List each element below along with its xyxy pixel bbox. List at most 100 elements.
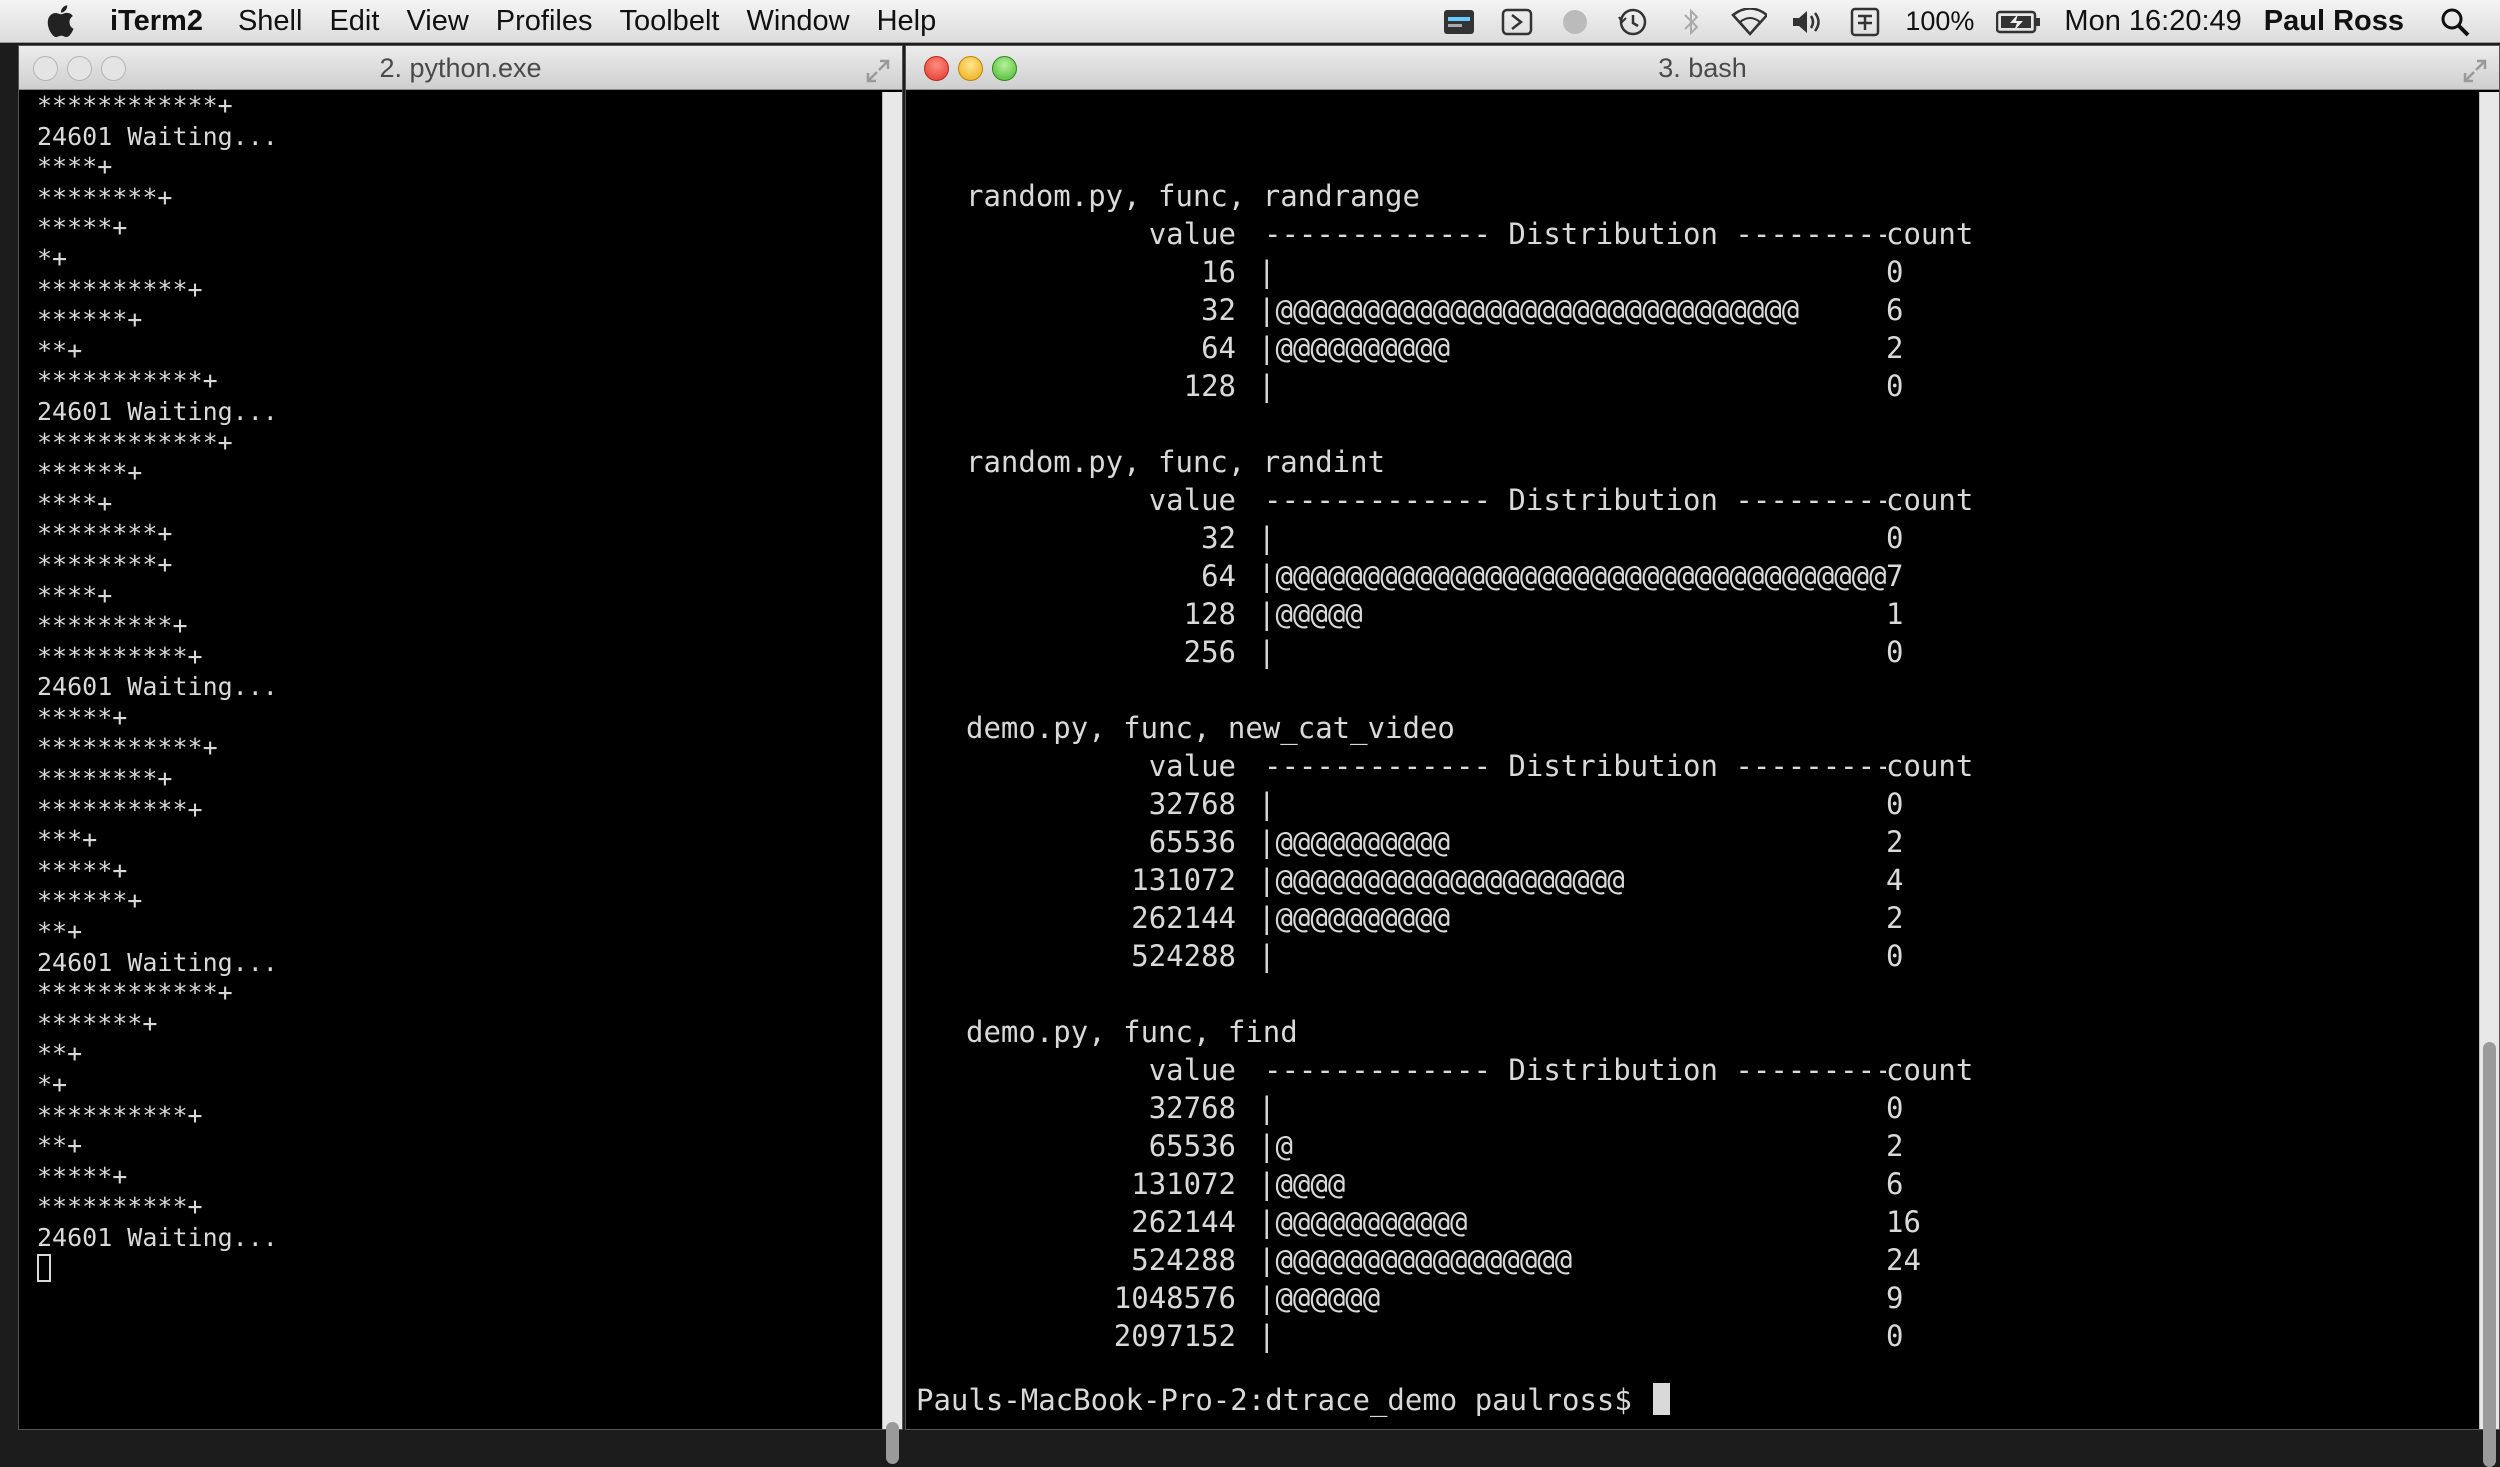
row-bar: |@@@@@@ <box>1258 1281 1381 1315</box>
status-area: 100% Mon 16:20:49 Paul Ross <box>1441 0 2500 43</box>
row-bar: | <box>1258 1091 1276 1125</box>
row-count: 9 <box>1886 1281 1904 1315</box>
row-bar: |@@@@@@@@@@@@@@@@@@@@@@@@@@@@@@ <box>1258 293 1800 327</box>
row-bar: | <box>1258 1319 1276 1353</box>
distribution-row: 1048576 |@@@@@@ 9 <box>966 1279 2006 1317</box>
cursor <box>37 1253 51 1282</box>
row-bar: |@@@@@ <box>1258 597 1363 631</box>
terminal-output[interactable]: random.py, func, randrange value ---------… <box>906 91 2499 1429</box>
zoom-button[interactable] <box>992 56 1017 81</box>
shell-prompt[interactable]: Pauls-MacBook-Pro-2:dtrace_demo paulross… <box>916 1381 1671 1419</box>
row-count: 2 <box>1886 331 1904 365</box>
distribution-header: value ------------- Distribution --------… <box>966 747 2006 785</box>
scrollbar[interactable] <box>2479 92 2499 1467</box>
window-titlebar[interactable]: 2. python.exe <box>19 46 902 90</box>
output-line: 24601 Waiting... <box>37 121 278 151</box>
battery-icon[interactable] <box>1996 7 2042 37</box>
display-icon[interactable] <box>1499 7 1535 37</box>
header-distribution: ------------- Distribution ------------- <box>1264 483 1886 517</box>
menu-view[interactable]: View <box>406 5 495 38</box>
output-line: **********+ <box>37 1192 203 1222</box>
output-line: ******+ <box>37 305 143 335</box>
row-count: 6 <box>1886 1167 1904 1201</box>
output-line: *+ <box>37 243 68 273</box>
output-line: **********+ <box>37 1100 203 1130</box>
distribution-header: value ------------- Distribution --------… <box>966 481 2006 519</box>
wifi-icon[interactable] <box>1731 7 1768 37</box>
menu-shell[interactable]: Shell <box>238 5 330 38</box>
row-count: 16 <box>1886 1205 1921 1239</box>
menu-clock[interactable]: Mon 16:20:49 <box>2064 5 2241 38</box>
row-value: 128 <box>1183 369 1236 403</box>
header-count: count <box>1886 483 1974 517</box>
row-bar: |@ <box>1258 1129 1293 1163</box>
distribution-row: 262144 |@@@@@@@@@@ 2 <box>966 899 2006 937</box>
output-line: ************+ <box>37 978 233 1008</box>
row-bar: | <box>1258 787 1276 821</box>
spotlight-search-icon[interactable] <box>2440 7 2480 37</box>
terminal-window-python[interactable]: 2. python.exe ************+ 24601 Waiting… <box>18 45 903 1464</box>
time-machine-icon[interactable] <box>1615 7 1651 37</box>
scrollbar[interactable] <box>882 92 902 1464</box>
scrollbar-thumb[interactable] <box>2483 1042 2496 1467</box>
row-count: 1 <box>1886 597 1904 631</box>
zoom-button[interactable] <box>101 56 126 81</box>
output-line: *****+ <box>37 855 128 885</box>
fullscreen-icon[interactable] <box>2461 54 2489 83</box>
close-button[interactable] <box>924 56 949 81</box>
output-line: *+ <box>37 1070 68 1099</box>
scrollbar-thumb[interactable] <box>886 1422 899 1464</box>
output-line: *****+ <box>37 702 128 732</box>
battery-percent[interactable]: 100% <box>1905 6 1974 37</box>
header-count: count <box>1886 217 1974 251</box>
row-bar: | <box>1258 939 1276 973</box>
row-count: 0 <box>1886 521 1904 555</box>
header-value: value <box>1148 749 1236 783</box>
row-value: 1048576 <box>1113 1281 1236 1315</box>
distribution-row: 32 |@@@@@@@@@@@@@@@@@@@@@@@@@@@@@@ 6 <box>966 291 2006 329</box>
minimize-button[interactable] <box>67 56 92 81</box>
row-count: 4 <box>1886 863 1904 897</box>
section-title: demo.py, func, new_cat_video <box>966 711 1455 745</box>
apple-menu-icon[interactable] <box>40 5 80 37</box>
row-value: 64 <box>1201 331 1236 365</box>
row-bar: |@@@@@@@@@@@@@@@@@@@@ <box>1258 863 1625 897</box>
activity-monitor-icon[interactable] <box>1441 7 1477 37</box>
distribution-row: 64 |@@@@@@@@@@@@@@@@@@@@@@@@@@@@@@@@@@@ 7 <box>966 557 2006 595</box>
terminal-window-bash[interactable]: 3. bash random.py, func, randrange value -… <box>905 45 2500 1467</box>
header-distribution: ------------- Distribution ------------- <box>1264 749 1886 783</box>
fullscreen-icon[interactable] <box>864 54 892 83</box>
output-line: 24601 Waiting... <box>37 947 278 977</box>
row-bar: | <box>1258 521 1276 555</box>
minimize-button[interactable] <box>958 56 983 81</box>
menu-window[interactable]: Window <box>746 5 876 38</box>
row-value: 32 <box>1201 293 1236 327</box>
row-bar: |@@@@@@@@@@@@@@@@@@@@@@@@@@@@@@@@@@@ <box>1258 559 1886 593</box>
menu-help[interactable]: Help <box>877 5 964 38</box>
row-value: 16 <box>1201 255 1236 289</box>
close-button[interactable] <box>33 56 58 81</box>
menu-profiles[interactable]: Profiles <box>496 5 620 38</box>
output-line: 24601 Waiting... <box>37 1222 278 1252</box>
menu-toolbelt[interactable]: Toolbelt <box>619 5 746 38</box>
volume-icon[interactable] <box>1789 7 1825 37</box>
header-count: count <box>1886 1053 1974 1087</box>
user-name[interactable]: Paul Ross <box>2264 5 2404 38</box>
distribution-row: 128 | 0 <box>966 367 2006 405</box>
output-line: 24601 Waiting... <box>37 672 278 702</box>
notification-icon[interactable] <box>1557 7 1593 37</box>
terminal-output[interactable]: ************+ 24601 Waiting... ****+ ******… <box>19 91 902 1429</box>
window-titlebar[interactable]: 3. bash <box>906 46 2499 90</box>
menu-edit[interactable]: Edit <box>329 5 406 38</box>
row-bar: | <box>1258 369 1276 403</box>
row-value: 128 <box>1183 597 1236 631</box>
distribution-row: 524288 | 0 <box>966 937 2006 975</box>
keyboard-input-icon[interactable] <box>1847 7 1883 37</box>
output-line: ****+ <box>37 152 113 182</box>
row-value: 2097152 <box>1113 1319 1236 1353</box>
row-count: 0 <box>1886 939 1904 973</box>
bluetooth-icon[interactable] <box>1673 7 1709 37</box>
row-bar: | <box>1258 255 1276 289</box>
distribution-row: 2097152 | 0 <box>966 1317 2006 1355</box>
menu-app-name[interactable]: iTerm2 <box>110 5 230 38</box>
